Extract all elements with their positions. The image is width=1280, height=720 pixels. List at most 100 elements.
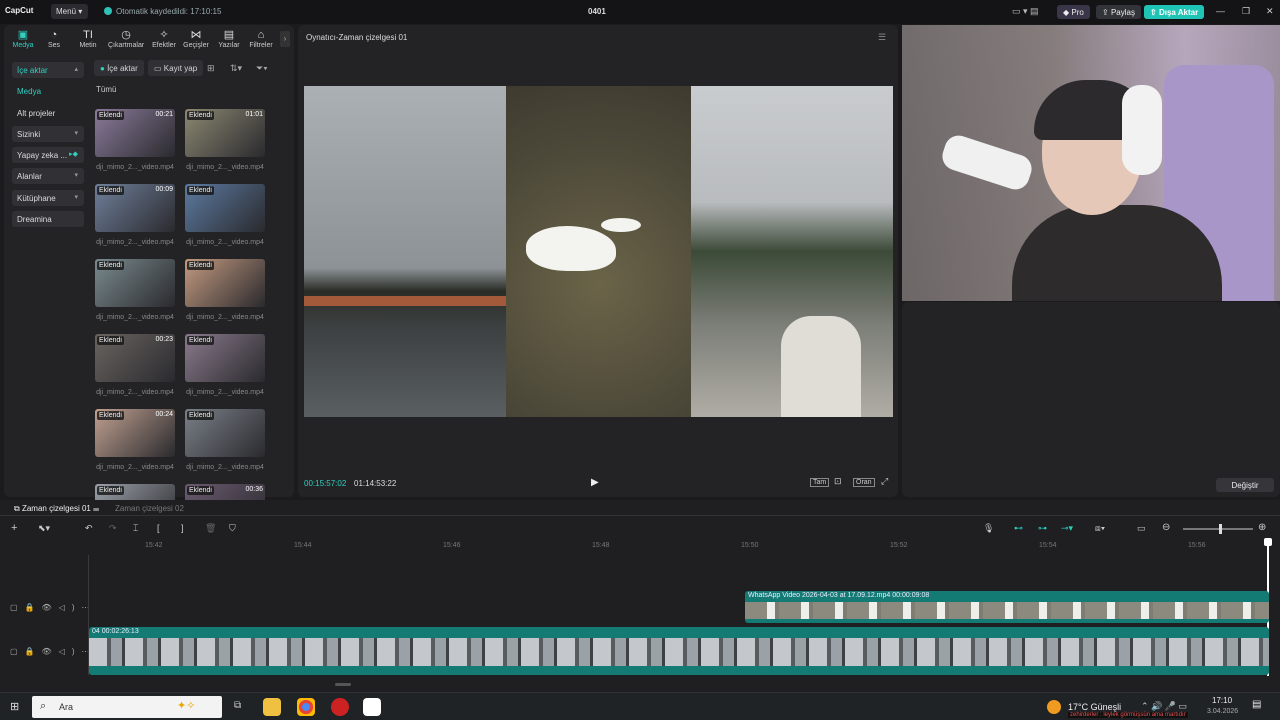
media-thumbnail[interactable]: Eklendi bbox=[95, 259, 175, 307]
tool-captions[interactable]: ▤ Yazılar bbox=[212, 28, 246, 49]
capcut-icon[interactable] bbox=[363, 698, 381, 716]
share-button[interactable]: ⇪ Paylaş bbox=[1096, 5, 1141, 19]
media-thumbnail[interactable]: Eklendi 00:24 bbox=[95, 409, 175, 457]
notification-icon[interactable]: ▤ bbox=[1252, 699, 1261, 710]
sidebar-spaces[interactable]: Alanlar ▾ bbox=[12, 168, 84, 184]
media-filename: dji_mimo_2..._video.mp4 bbox=[96, 314, 174, 321]
chevron-up-icon: ▴ bbox=[74, 66, 78, 73]
media-thumbnail[interactable]: Eklendi 00:21 bbox=[95, 109, 175, 157]
sidebar-import[interactable]: İçe aktar ▴ bbox=[12, 62, 84, 78]
zoom-slider[interactable] bbox=[1183, 524, 1253, 534]
close-icon[interactable]: ✕ bbox=[1266, 6, 1274, 17]
zoom-out-icon[interactable]: ⊖ bbox=[1162, 522, 1170, 533]
media-thumbnail[interactable]: Eklendi 00:23 bbox=[95, 334, 175, 382]
media-thumbnail[interactable]: Eklendi 00:09 bbox=[95, 184, 175, 232]
record-button[interactable]: ▭ Kayıt yap bbox=[148, 60, 204, 76]
media-thumbnail[interactable]: Eklendi bbox=[185, 259, 265, 307]
screenshot-icon[interactable]: ⊡ bbox=[834, 476, 842, 487]
ratio-button[interactable]: Oran bbox=[853, 478, 875, 487]
minimize-icon[interactable]: — bbox=[1216, 6, 1225, 16]
playhead-handle[interactable] bbox=[1264, 538, 1272, 546]
fullres-button[interactable]: Tam bbox=[810, 478, 830, 487]
media-thumbnail[interactable]: Eklendi bbox=[185, 334, 265, 382]
track-controls-1[interactable]: ▢🔒👁◁)⋯ bbox=[10, 603, 97, 612]
search-box[interactable]: ⌕ Ara ✦✧ bbox=[32, 696, 222, 718]
media-thumbnail[interactable]: Eklendi bbox=[185, 409, 265, 457]
headphones bbox=[1122, 85, 1162, 175]
video-clip-whatsapp[interactable]: WhatsApp Video 2026-04-03 at 17.09.12.mp… bbox=[745, 591, 1269, 623]
tab-timeline-2[interactable]: Zaman çizelgesi 02 bbox=[115, 504, 184, 513]
link-icon[interactable]: ⊶ bbox=[1038, 523, 1047, 534]
timeline-scrollbar[interactable] bbox=[335, 683, 351, 686]
grid-view-icon[interactable]: ⊞ bbox=[207, 63, 215, 74]
player-title: Oynatıcı-Zaman çizelgesi 01 bbox=[306, 33, 408, 42]
sort-icon[interactable]: ⇅▾ bbox=[230, 63, 242, 74]
delete-icon[interactable]: 🗑 bbox=[205, 523, 216, 534]
select-tool-icon[interactable]: ⬉▾ bbox=[38, 523, 50, 534]
chrome-icon[interactable] bbox=[297, 698, 315, 716]
tool-audio[interactable]: ◔ Ses bbox=[37, 28, 71, 49]
zoom-in-icon[interactable]: ⊕ bbox=[1258, 522, 1266, 533]
filter-all-label[interactable]: Tümü bbox=[96, 85, 116, 94]
menu-button[interactable]: Menü ▾ bbox=[51, 4, 88, 19]
pro-button[interactable]: ◆ Pro bbox=[1057, 5, 1090, 19]
filter-funnel-icon[interactable]: ⏷▾ bbox=[256, 63, 268, 74]
sidebar-subprojects[interactable]: Alt projeler bbox=[12, 105, 84, 121]
sidebar-ai-label: Yapay zeka ... bbox=[17, 151, 68, 160]
tool-stickers[interactable]: ◷ Çıkartmalar bbox=[108, 28, 144, 49]
preview-axis-icon[interactable]: ⧈▾ bbox=[1095, 523, 1105, 534]
add-track-icon[interactable]: + bbox=[11, 522, 17, 534]
tool-media[interactable]: ▣ Medya bbox=[6, 28, 40, 49]
video-preview[interactable] bbox=[304, 86, 893, 417]
added-badge: Eklendi bbox=[187, 111, 214, 120]
trim-left-icon[interactable]: [ bbox=[157, 523, 160, 533]
thumbnail-duration: 00:36 bbox=[245, 486, 263, 493]
media-thumbnail[interactable]: Eklendi bbox=[185, 184, 265, 232]
media-thumbnail[interactable]: Eklendi 01:01 bbox=[185, 109, 265, 157]
tab-timeline-1[interactable]: ⧉ Zaman çizelgesi 01 ☰ bbox=[14, 504, 99, 514]
sidebar-media[interactable]: Medya bbox=[12, 83, 84, 99]
export-button[interactable]: ⇧ Dışa Aktar bbox=[1144, 5, 1205, 19]
sidebar-library[interactable]: Kütüphane ▾ bbox=[12, 190, 84, 206]
hamburger-icon[interactable]: ☰ bbox=[878, 32, 886, 43]
shield-icon[interactable]: ⛉ bbox=[229, 523, 236, 534]
sidebar-dreamina[interactable]: Dreamina bbox=[12, 211, 84, 227]
file-explorer-icon[interactable] bbox=[263, 698, 281, 716]
ruler-tick: 15:52 bbox=[890, 542, 908, 549]
sidebar-yours[interactable]: Sizinki ▾ bbox=[12, 126, 84, 142]
tool-text-label: Metin bbox=[79, 42, 97, 49]
sidebar-ai[interactable]: Yapay zeka ... ▸◆ bbox=[12, 147, 84, 163]
tool-text[interactable]: TI Metin bbox=[71, 28, 105, 49]
maximize-icon[interactable]: ❐ bbox=[1242, 6, 1250, 17]
tab-timeline-1-label: Zaman çizelgesi 01 bbox=[21, 504, 91, 513]
zoom-handle[interactable] bbox=[1219, 524, 1222, 534]
tool-transitions[interactable]: ⋈ Geçişler bbox=[179, 28, 213, 49]
tool-filters[interactable]: ⌂ Filtreler bbox=[244, 28, 278, 49]
windows-start-icon[interactable]: ⊞ bbox=[10, 700, 19, 713]
trim-right-icon[interactable]: ] bbox=[181, 523, 184, 533]
undo-icon[interactable]: ↶ bbox=[85, 523, 93, 534]
play-icon[interactable]: ▶ bbox=[591, 477, 599, 488]
track-controls-2[interactable]: ▢🔒👁◁)⋯ bbox=[10, 647, 97, 656]
tray-icons[interactable]: ⌃ 🔊 🎤 ▭ bbox=[1141, 701, 1187, 712]
clock-time: 17:10 bbox=[1212, 696, 1233, 705]
obs-icon[interactable] bbox=[331, 698, 349, 716]
webcam-overlay bbox=[902, 25, 1280, 301]
fullscreen-icon[interactable]: ⤢ bbox=[881, 476, 888, 487]
layout-icon[interactable]: ▭ ▾ ▤ bbox=[1012, 6, 1039, 17]
caption-icon[interactable]: ▭ bbox=[1137, 523, 1146, 534]
added-badge: Eklendi bbox=[97, 486, 124, 495]
media-filename: dji_mimo_2..._video.mp4 bbox=[186, 389, 264, 396]
video-clip-main[interactable]: 04 00:02:26:13 bbox=[89, 627, 1269, 675]
split-icon[interactable]: ⌶ bbox=[133, 523, 138, 534]
task-view-icon[interactable]: ⧉ bbox=[234, 700, 241, 711]
snap-icon[interactable]: ⊸▾ bbox=[1061, 523, 1073, 534]
magnet-icon[interactable]: ⊷ bbox=[1014, 523, 1023, 534]
import-button[interactable]: ● İçe aktar bbox=[94, 60, 144, 76]
mic-icon[interactable]: 🎙 bbox=[983, 523, 994, 534]
change-button[interactable]: Değiştir bbox=[1216, 478, 1274, 492]
tool-effects[interactable]: ✧ Efektler bbox=[147, 28, 181, 49]
added-badge: Eklendi bbox=[187, 261, 214, 270]
redo-icon[interactable]: ↷ bbox=[109, 523, 117, 534]
chevron-right-icon[interactable]: › bbox=[280, 31, 290, 47]
